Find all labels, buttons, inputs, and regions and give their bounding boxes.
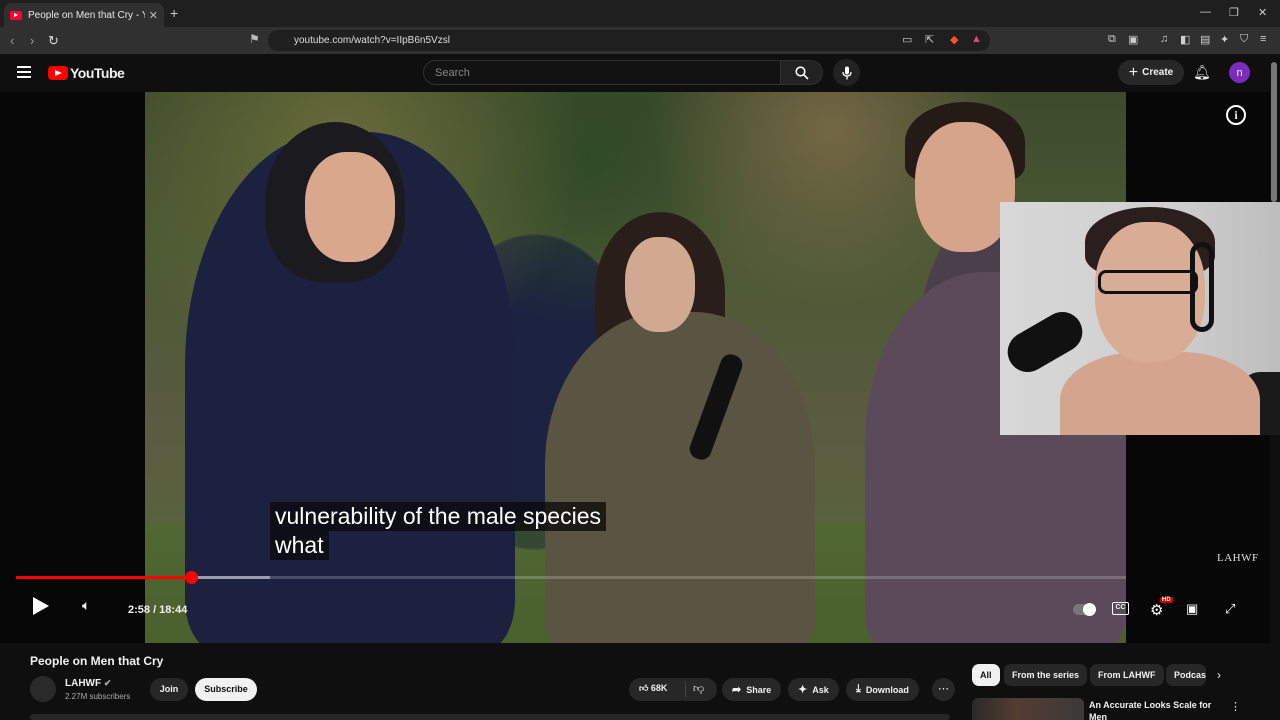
video-title: People on Men that Cry	[30, 654, 164, 668]
chip-from-the-series[interactable]: From the series	[1004, 664, 1088, 686]
voice-search-button[interactable]	[833, 59, 860, 86]
account-avatar[interactable]: n	[1229, 62, 1250, 83]
caption-overlay: vulnerability of the male species what	[270, 502, 606, 560]
browser-tab-bar: People on Men that Cry - YouTube ✕ + — ❐…	[0, 0, 1280, 27]
channel-avatar[interactable]	[30, 676, 56, 702]
recommendation-title[interactable]: An Accurate Looks Scale for Men	[1089, 699, 1214, 720]
more-actions-icon[interactable]: ⋯	[932, 678, 955, 701]
menu-icon[interactable]: ≡	[1260, 33, 1266, 45]
tab-title: People on Men that Cry - YouTube	[28, 9, 145, 21]
brave-shield-icon[interactable]: ◆	[950, 33, 958, 46]
autoplay-toggle[interactable]	[1073, 603, 1096, 616]
browser-tab[interactable]: People on Men that Cry - YouTube ✕	[4, 3, 164, 27]
play-icon[interactable]	[33, 597, 49, 615]
tab-search-icon[interactable]: ▣	[1128, 33, 1138, 46]
youtube-logo-icon	[48, 66, 68, 80]
chip-all[interactable]: All	[972, 664, 1000, 686]
subtitles-button[interactable]: CC	[1112, 602, 1129, 615]
reload-icon[interactable]: ↻	[48, 33, 59, 49]
hd-badge: HD	[1160, 597, 1173, 603]
channel-name[interactable]: LAHWF ✔	[65, 678, 111, 689]
share-button[interactable]: ➦ Share	[722, 678, 782, 701]
page-scrollbar[interactable]	[1271, 62, 1277, 202]
notifications-bell-icon[interactable]: 🔔︎	[1193, 64, 1211, 81]
chip-from-channel[interactable]: From LAHWF	[1090, 664, 1164, 686]
minimize-button[interactable]: —	[1200, 6, 1211, 18]
thumbs-up-icon: 👍︎	[639, 683, 649, 693]
new-tab-button[interactable]: +	[170, 5, 178, 21]
caption-line: vulnerability of the male species	[270, 502, 606, 531]
youtube-logo-text: YouTube	[70, 65, 125, 81]
join-button[interactable]: Join	[150, 678, 188, 701]
share-page-icon[interactable]: ⇱	[925, 33, 934, 46]
media-icon[interactable]: ♫	[1160, 33, 1168, 45]
forward-icon[interactable]: ›	[30, 33, 34, 48]
create-button[interactable]: + Create	[1118, 60, 1184, 85]
ask-button[interactable]: ✦ Ask	[788, 678, 839, 701]
miniplayer-icon[interactable]: ▣	[1186, 601, 1198, 617]
sparkle-icon: ✦	[798, 684, 808, 696]
share-icon: ➦	[732, 684, 742, 696]
description-box[interactable]	[30, 714, 950, 720]
restore-button[interactable]: ❐	[1229, 6, 1239, 19]
subscribe-button[interactable]: Subscribe	[195, 678, 257, 701]
youtube-logo[interactable]: YouTube	[48, 65, 125, 81]
channel-watermark: LAHWF	[1217, 552, 1259, 564]
chip-podcasts[interactable]: Podcasts	[1166, 664, 1206, 686]
wallet-icon[interactable]: ▤	[1200, 33, 1210, 46]
bookmark-icon[interactable]: ⚑	[249, 32, 260, 46]
time-display: 2:58 / 18:44	[128, 604, 188, 616]
vpn-icon[interactable]: ⛉	[1240, 33, 1248, 46]
microphone-icon	[841, 66, 852, 79]
sidebar-icon[interactable]: ◧	[1180, 33, 1190, 46]
info-icon[interactable]: i	[1226, 105, 1246, 125]
kebab-menu-icon[interactable]: ⋮	[1230, 700, 1241, 713]
download-icon: ⤓	[856, 683, 861, 695]
like-button[interactable]: 👍︎ 68K	[639, 683, 667, 694]
browser-nav-bar: ‹ › ↻ ⚑ youtube.com/watch?v=IIpB6n5Vzsl …	[0, 27, 1280, 54]
leo-icon[interactable]: ✦	[1220, 33, 1229, 46]
verified-check-icon: ✔	[103, 678, 112, 688]
thumbs-down-icon[interactable]: 👎︎	[693, 682, 704, 695]
video-frame	[145, 92, 1126, 643]
subscriber-count: 2.27M subscribers	[65, 692, 131, 701]
like-dislike-group: 👍︎ 68K 👎︎	[629, 678, 717, 701]
fullscreen-icon[interactable]: ⤢	[1225, 601, 1235, 617]
download-button[interactable]: ⤓ Download	[846, 678, 919, 701]
search-button[interactable]	[781, 60, 823, 85]
tab-close-icon[interactable]: ✕	[149, 9, 158, 22]
youtube-header: YouTube Search + Create 🔔︎ n	[0, 54, 1280, 92]
played-bar	[16, 576, 192, 579]
back-icon[interactable]: ‹	[10, 33, 14, 48]
settings-gear-icon[interactable]: ⚙	[1150, 601, 1163, 619]
progress-bar[interactable]	[16, 571, 1126, 584]
recommendation-thumbnail[interactable]	[972, 698, 1084, 720]
video-player[interactable]: i vulnerability of the male species what…	[0, 92, 1280, 643]
search-input[interactable]: Search	[423, 60, 781, 85]
chevron-right-icon[interactable]: ›	[1217, 668, 1221, 682]
caption-line: what	[270, 531, 329, 560]
volume-icon[interactable]: 🔈︎	[82, 597, 90, 614]
plus-icon: +	[1128, 63, 1139, 81]
youtube-favicon-icon	[10, 10, 22, 20]
hamburger-menu-icon[interactable]	[17, 66, 31, 78]
address-bar[interactable]: youtube.com/watch?v=IIpB6n5Vzsl	[268, 30, 990, 51]
webcam-overlay	[1000, 202, 1280, 435]
rewards-icon[interactable]: ▲	[971, 33, 982, 45]
close-window-button[interactable]: ✕	[1258, 6, 1267, 19]
cast-icon[interactable]: ▭	[902, 33, 912, 46]
url-text: youtube.com/watch?v=IIpB6n5Vzsl	[294, 35, 450, 46]
extensions-icon[interactable]: ⧉	[1108, 33, 1116, 46]
search-icon	[794, 65, 809, 80]
